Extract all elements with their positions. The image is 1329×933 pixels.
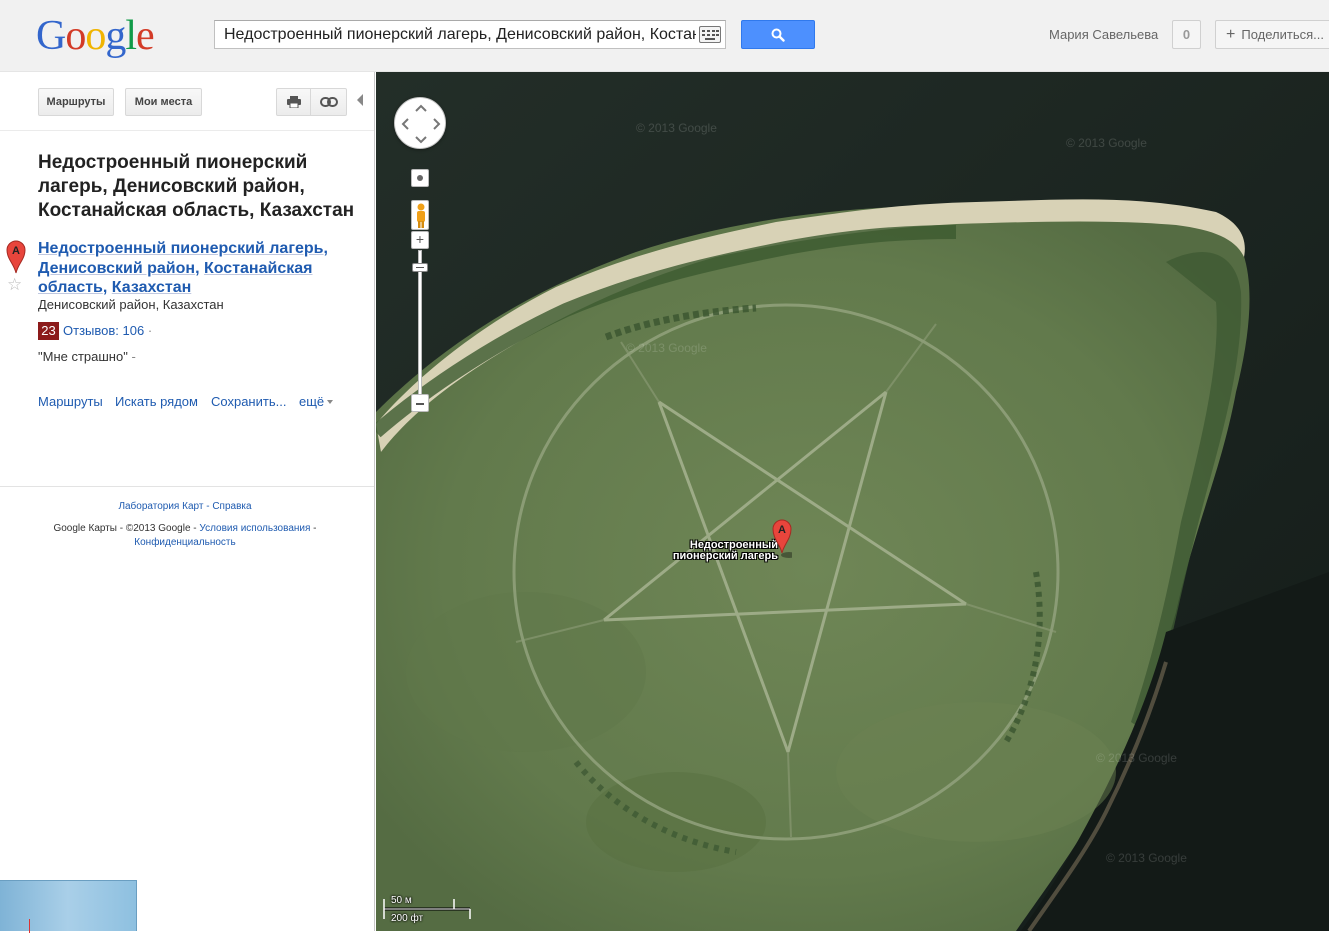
left-panel: Маршруты Мои места Недостроенный пионерс…: [0, 72, 375, 933]
result-link-part[interactable]: Денисовский район: [38, 260, 195, 277]
marker-label-line2: пионерский лагерь: [672, 550, 778, 562]
print-icon: [286, 96, 301, 109]
notification-count-button[interactable]: 0: [1172, 20, 1201, 49]
street-view-icon: [417, 203, 425, 228]
map-watermark: © 2013 Google: [636, 121, 717, 135]
action-search-nearby-link[interactable]: Искать рядом: [115, 394, 198, 409]
map-marker-label[interactable]: Недостроенный пионерский лагерь: [666, 540, 778, 562]
footer-legal: Google Карты - ©2013 Google - Условия ис…: [53, 523, 317, 548]
share-button-label: Поделиться...: [1241, 27, 1324, 42]
toolbar-divider: [0, 130, 374, 131]
my-places-button[interactable]: Мои места: [125, 88, 202, 116]
search-button[interactable]: [741, 20, 815, 49]
separator: -: [131, 349, 136, 364]
map-marker-a-icon[interactable]: A: [772, 519, 792, 561]
map-thumbnail[interactable]: [0, 880, 137, 933]
top-bar: Google Недостроенный пионерский лагерь, …: [0, 0, 1329, 72]
search-icon: [771, 28, 785, 42]
share-button[interactable]: + Поделиться...: [1215, 20, 1329, 49]
reviews-label[interactable]: Отзывов:: [63, 323, 119, 338]
map-watermark: © 2013 Google: [1096, 751, 1177, 765]
link-icon: [319, 97, 338, 107]
logo-letter: o: [85, 13, 106, 59]
terms-link[interactable]: Условия использования: [199, 523, 310, 534]
map-watermark: © 2013 Google: [626, 341, 707, 355]
scale-bar: 50 м 200 фт: [382, 893, 472, 925]
map-marker-letter: A: [778, 524, 786, 536]
logo-letter: l: [125, 13, 137, 59]
pan-control[interactable]: [394, 97, 446, 149]
copyright-text: Google Карты - ©2013 Google: [53, 523, 191, 534]
plus-icon: +: [1226, 26, 1236, 43]
result-subtitle: Денисовский район, Казахстан: [38, 297, 224, 312]
logo-letter: G: [36, 13, 66, 59]
satellite-imagery[interactable]: © 2013 Google © 2013 Google © 2013 Googl…: [376, 72, 1329, 931]
satellite-map[interactable]: © 2013 Google © 2013 Google © 2013 Googl…: [376, 72, 1329, 931]
search-input-value[interactable]: Недостроенный пионерский лагерь, Денисов…: [224, 26, 696, 44]
maps-lab-link[interactable]: Лаборатория Карт: [118, 501, 203, 512]
action-more-label[interactable]: ещё: [299, 394, 324, 409]
scale-metric: 50 м: [391, 895, 412, 906]
marker-a-icon[interactable]: A: [6, 240, 26, 274]
pan-arrows-icon: [401, 104, 441, 144]
rating-badge: 23: [38, 322, 59, 340]
chevron-down-icon: [327, 400, 334, 404]
result-link-part[interactable]: Казахстан: [112, 279, 192, 296]
logo-letter: e: [136, 13, 155, 59]
zoom-in-button[interactable]: +: [411, 231, 429, 249]
review-quote: "Мне страшно" -: [38, 349, 136, 364]
logo-letter: g: [105, 13, 126, 59]
routes-button[interactable]: Маршруты: [38, 88, 114, 116]
zoom-slider-track[interactable]: [418, 250, 422, 400]
star-icon[interactable]: ☆: [7, 276, 22, 293]
logo-letter: o: [65, 13, 86, 59]
privacy-link[interactable]: Конфиденциальность: [134, 537, 235, 548]
reset-view-button[interactable]: [411, 169, 429, 187]
reviews-count[interactable]: 106: [123, 323, 145, 338]
map-watermark: © 2013 Google: [1066, 136, 1147, 150]
action-save-link[interactable]: Сохранить...: [211, 394, 286, 409]
google-logo[interactable]: Google: [36, 12, 155, 60]
action-more-dropdown[interactable]: ещё: [299, 394, 334, 409]
reviews-link[interactable]: Отзывов: 106 ·: [63, 323, 152, 338]
panel-divider: [0, 486, 374, 487]
footer-links: Лаборатория Карт - Справка: [118, 501, 252, 512]
marker-a-letter: A: [12, 245, 20, 257]
print-button[interactable]: [276, 88, 311, 116]
pegman-icon[interactable]: [411, 200, 429, 230]
review-quote-text: "Мне страшно": [38, 349, 128, 364]
help-link[interactable]: Справка: [212, 501, 251, 512]
result-name-link[interactable]: Недостроенный пионерский лагерь, Денисов…: [38, 239, 338, 298]
scale-imperial: 200 фт: [391, 913, 424, 924]
keyboard-icon[interactable]: [699, 26, 721, 43]
result-link-part[interactable]: Недостроенный пионерский лагерь: [38, 240, 324, 257]
action-routes-link[interactable]: Маршруты: [38, 394, 103, 409]
map-watermark: © 2013 Google: [1106, 851, 1187, 865]
place-title: Недостроенный пионерский лагерь, Денисов…: [38, 152, 355, 221]
collapse-panel-arrow-icon[interactable]: [357, 94, 363, 106]
zoom-slider-handle[interactable]: [412, 263, 428, 272]
link-button[interactable]: [310, 88, 347, 116]
search-input[interactable]: Недостроенный пионерский лагерь, Денисов…: [214, 20, 726, 49]
user-name[interactable]: Мария Савельева: [1049, 27, 1158, 42]
zoom-out-button[interactable]: [411, 394, 429, 412]
separator: ·: [147, 323, 153, 338]
